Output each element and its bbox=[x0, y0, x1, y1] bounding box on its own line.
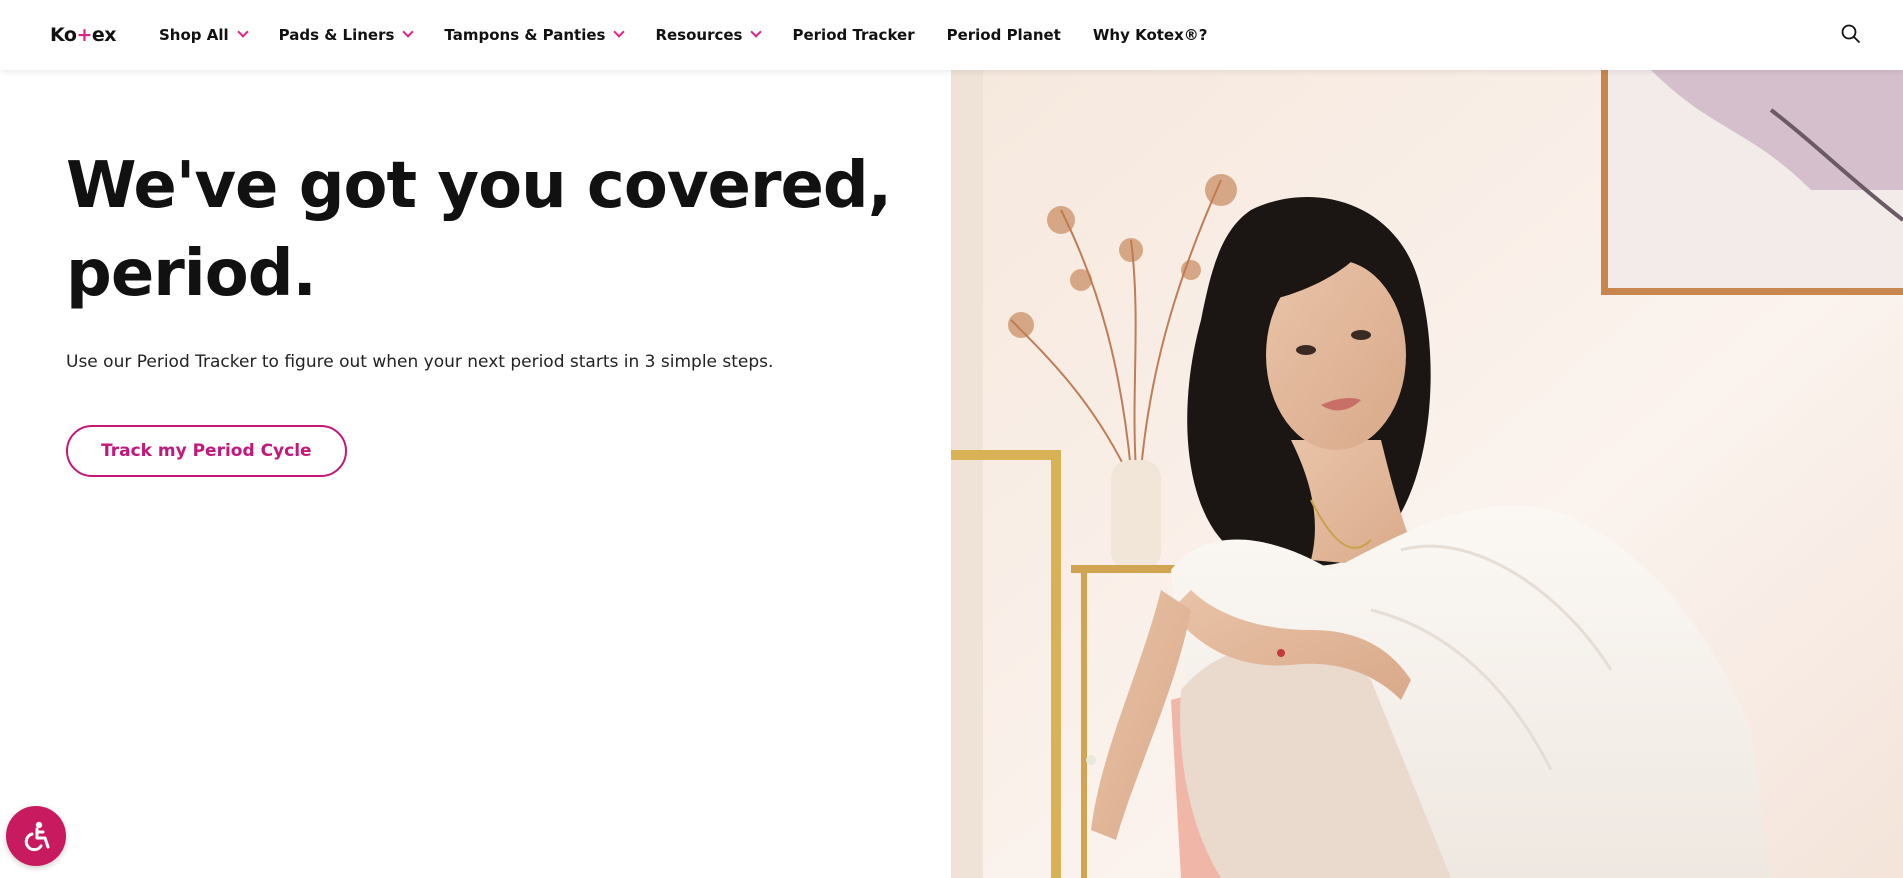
nav-resources[interactable]: Resources bbox=[655, 0, 760, 70]
nav-period-planet[interactable]: Period Planet bbox=[947, 0, 1061, 70]
cta-label: Track my Period Cycle bbox=[101, 441, 312, 461]
hero-title: We've got you covered, period. bbox=[66, 149, 892, 311]
chevron-down-icon bbox=[614, 28, 623, 37]
logo-plus: + bbox=[76, 24, 92, 46]
nav-label: Shop All bbox=[159, 26, 229, 44]
hero-subtitle: Use our Period Tracker to figure out whe… bbox=[66, 352, 774, 372]
nav-label: Period Tracker bbox=[792, 26, 915, 44]
nav-tampons-panties[interactable]: Tampons & Panties bbox=[444, 0, 623, 70]
nav-label: Period Planet bbox=[946, 26, 1061, 44]
logo-text-right: ex bbox=[91, 24, 117, 46]
nav-label: Resources bbox=[655, 26, 743, 44]
nav-why-kotex[interactable]: Why Kotex®? bbox=[1093, 0, 1208, 70]
site-header: Ko + ex Shop All Pads & Liners Tampons & P… bbox=[0, 0, 1903, 70]
hero-image bbox=[951, 70, 1903, 878]
search-icon[interactable] bbox=[1839, 22, 1863, 46]
nav-pads-liners[interactable]: Pads & Liners bbox=[279, 0, 413, 70]
chevron-down-icon bbox=[238, 28, 247, 37]
track-period-button[interactable]: Track my Period Cycle bbox=[66, 425, 347, 477]
nav-label: Tampons & Panties bbox=[444, 26, 606, 44]
main-nav: Shop All Pads & Liners Tampons & Panties… bbox=[159, 0, 1239, 70]
logo-text-left: Ko bbox=[50, 24, 77, 46]
kotex-logo[interactable]: Ko + ex bbox=[50, 22, 117, 48]
nav-label: Pads & Liners bbox=[278, 26, 395, 44]
nav-shop-all[interactable]: Shop All bbox=[159, 0, 247, 70]
chevron-down-icon bbox=[751, 28, 760, 37]
chevron-down-icon bbox=[403, 28, 412, 37]
nav-label: Why Kotex®? bbox=[1092, 26, 1208, 44]
nav-period-tracker[interactable]: Period Tracker bbox=[792, 0, 914, 70]
accessibility-icon[interactable] bbox=[6, 806, 66, 866]
